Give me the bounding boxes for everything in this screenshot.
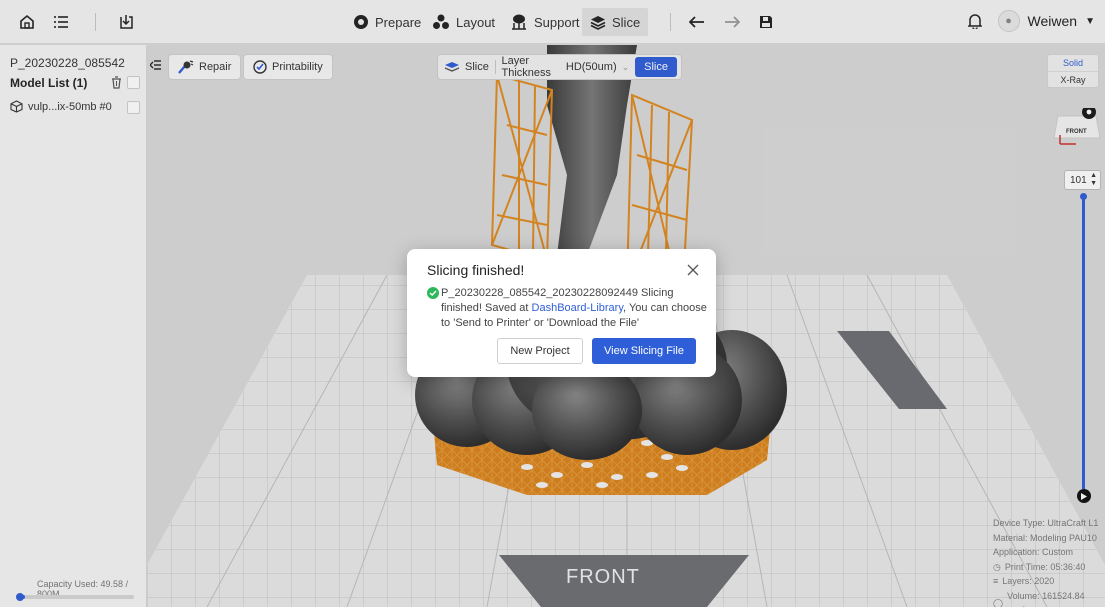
printability-label: Printability bbox=[272, 61, 323, 73]
clock-icon: ◷ bbox=[993, 561, 1001, 572]
model-list-title: Model List (1) bbox=[10, 76, 88, 90]
print-info: Device Type: UltraCraft L1 Material: Mod… bbox=[993, 516, 1105, 607]
printability-icon bbox=[253, 60, 267, 74]
print-time: Print Time: 05:36:40 bbox=[1004, 561, 1086, 572]
tab-layout[interactable]: Layout bbox=[424, 8, 503, 36]
tab-label: Support bbox=[534, 14, 580, 30]
cube-face-label: FRONT bbox=[1066, 129, 1087, 135]
menu-list-icon[interactable] bbox=[48, 9, 74, 35]
success-check-icon bbox=[427, 287, 439, 299]
top-bar: Prepare Layout Support Slice ● Weiwen ▼ bbox=[0, 0, 1105, 44]
tab-prepare[interactable]: Prepare bbox=[345, 8, 429, 36]
model-name: vulp...ix-50mb #0 bbox=[28, 100, 112, 113]
chevron-down-icon: ⌄ bbox=[621, 61, 630, 72]
front-label: FRONT bbox=[566, 566, 640, 588]
project-name: P_20230228_085542 bbox=[10, 56, 125, 70]
navigation-cube[interactable]: FRONT bbox=[1052, 105, 1102, 154]
user-menu[interactable]: ● Weiwen ▼ bbox=[967, 10, 1095, 32]
layer-thickness-label: Layer Thickness bbox=[501, 55, 552, 79]
prepare-icon bbox=[354, 15, 368, 29]
layer-slider-handle[interactable] bbox=[1080, 193, 1087, 200]
bell-icon[interactable] bbox=[967, 13, 982, 29]
slice-settings-bar: Slice Layer Thickness HD(50um) ⌄ Slice bbox=[437, 54, 682, 80]
capacity-bar bbox=[16, 593, 134, 601]
tab-label: Slice bbox=[612, 14, 641, 30]
undo-icon[interactable] bbox=[684, 9, 710, 35]
tab-slice[interactable]: Slice bbox=[582, 8, 649, 36]
capacity-indicator bbox=[16, 593, 24, 601]
home-icon[interactable] bbox=[14, 9, 40, 35]
model-checkbox[interactable] bbox=[127, 101, 140, 114]
import-icon[interactable] bbox=[113, 9, 139, 35]
layer-thickness-select[interactable]: HD(50um) ⌄ bbox=[560, 61, 635, 73]
trash-icon[interactable] bbox=[111, 76, 122, 92]
slice-mode[interactable]: Slice bbox=[438, 61, 495, 73]
support-icon bbox=[512, 14, 526, 30]
repair-icon bbox=[178, 60, 194, 74]
toolbar-divider bbox=[670, 13, 671, 31]
model-list-panel: P_20230228_085542 Model List (1) vulp...… bbox=[0, 45, 147, 607]
user-name: Weiwen bbox=[1027, 13, 1078, 29]
layer-number-input[interactable]: 101 ▲ ▼ bbox=[1064, 170, 1101, 190]
new-project-button[interactable]: New Project bbox=[497, 338, 583, 364]
tab-label: Prepare bbox=[375, 14, 422, 30]
tab-label: Layout bbox=[456, 14, 496, 30]
save-icon[interactable] bbox=[753, 9, 779, 35]
layers-icon: ≡ bbox=[993, 576, 999, 586]
slice-layers-icon bbox=[590, 16, 606, 30]
toolbar-divider bbox=[95, 13, 96, 31]
view-xray-option[interactable]: X-Ray bbox=[1048, 71, 1098, 87]
layout-icon bbox=[433, 14, 449, 29]
view-mode-toggle[interactable]: Solid X-Ray bbox=[1047, 54, 1099, 88]
slice-mode-label: Slice bbox=[465, 61, 489, 73]
view-solid-option[interactable]: Solid bbox=[1048, 55, 1098, 71]
cube-icon bbox=[10, 100, 23, 113]
play-icon[interactable] bbox=[1077, 489, 1091, 503]
application: Application: Custom bbox=[993, 547, 1074, 557]
slice-button[interactable]: Slice bbox=[635, 57, 677, 77]
chevron-down-icon: ▼ bbox=[1085, 15, 1095, 27]
dialog-title: Slicing finished! bbox=[427, 262, 525, 278]
volume-icon: ◯ bbox=[993, 597, 1004, 607]
volume: Volume: 161524.84 mm³ bbox=[1007, 590, 1085, 607]
layer-value: 101 bbox=[1070, 174, 1087, 186]
slicing-finished-dialog: Slicing finished! P_20230228_085542_2023… bbox=[407, 249, 716, 377]
view-slicing-file-button[interactable]: View Slicing File bbox=[592, 338, 696, 364]
slice-layers-icon bbox=[444, 62, 460, 72]
list-item[interactable]: vulp...ix-50mb #0 bbox=[10, 100, 112, 113]
tab-support[interactable]: Support bbox=[502, 8, 588, 36]
layer-thickness-value: HD(50um) bbox=[565, 61, 617, 73]
stepper-icon[interactable]: ▲ ▼ bbox=[1090, 172, 1097, 188]
close-icon[interactable] bbox=[686, 263, 700, 277]
select-all-checkbox[interactable] bbox=[127, 76, 140, 89]
redo-icon[interactable] bbox=[719, 9, 745, 35]
dashboard-library-link[interactable]: DashBoard-Library bbox=[532, 302, 624, 314]
printability-button[interactable]: Printability bbox=[243, 54, 333, 80]
collapse-panel-icon[interactable] bbox=[149, 59, 161, 73]
repair-button[interactable]: Repair bbox=[168, 54, 242, 80]
layer-slider[interactable] bbox=[1082, 196, 1085, 489]
repair-label: Repair bbox=[199, 61, 232, 73]
device-type: Device Type: UltraCraft L1 bbox=[993, 518, 1099, 528]
layer-count: Layers: 2020 bbox=[1002, 576, 1055, 586]
dialog-message: P_20230228_085542_20230228092449 Slicing… bbox=[427, 286, 707, 331]
avatar[interactable]: ● bbox=[997, 10, 1020, 32]
material: Material: Modeling PAU10 bbox=[993, 532, 1097, 543]
